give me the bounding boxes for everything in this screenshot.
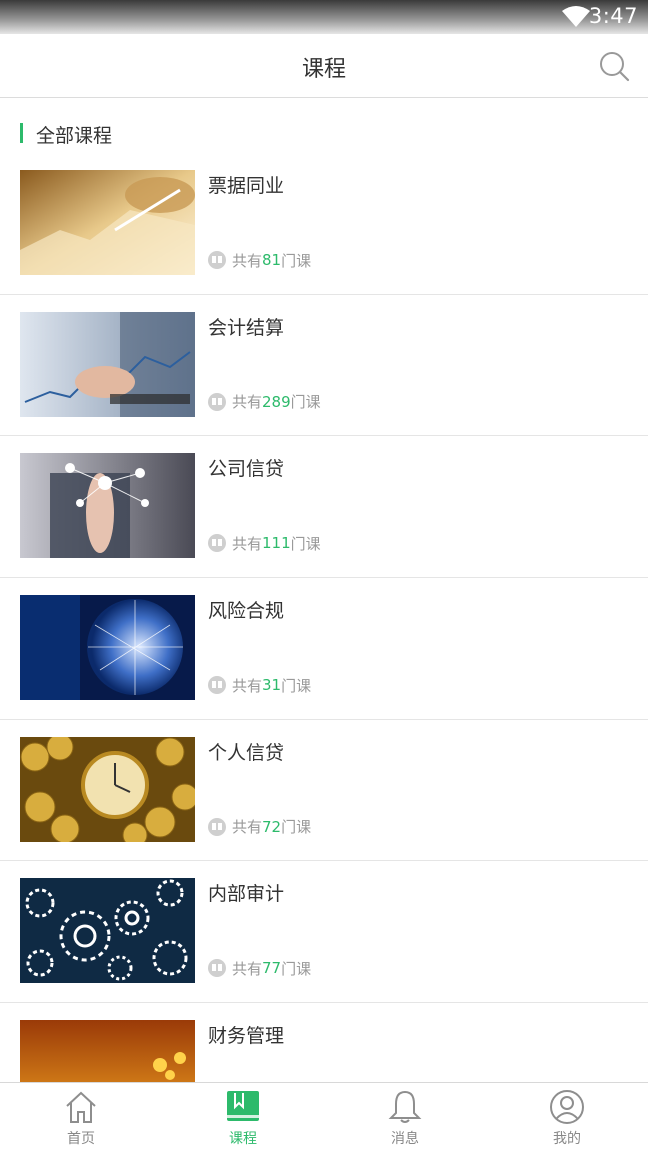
- course-name: 财务管理: [208, 1025, 285, 1048]
- course-name: 会计结算: [208, 316, 285, 339]
- count-suffix: 门课: [281, 251, 312, 270]
- count-prefix: 共有: [232, 251, 263, 270]
- book-icon: [208, 534, 226, 553]
- count-value: 111: [262, 534, 291, 553]
- gears-image: [20, 878, 195, 984]
- book-icon: [208, 676, 226, 695]
- count-suffix: 门课: [281, 959, 312, 978]
- page-title: 课程: [301, 57, 346, 82]
- course-item[interactable]: 财务管理: [0, 1003, 648, 1082]
- wifi-icon: [562, 6, 590, 27]
- golden-flowers-image: [20, 1020, 195, 1082]
- book-icon: [208, 817, 226, 836]
- count-value: 289: [262, 392, 291, 411]
- nav-messages[interactable]: 消息: [324, 1083, 486, 1152]
- course-count: 共有 72 门课: [208, 816, 311, 838]
- count-suffix: 门课: [281, 818, 312, 837]
- bookmark-book-icon: [227, 1091, 259, 1121]
- course-item[interactable]: 票据同业 共有 81 门课: [0, 153, 648, 295]
- nav-home[interactable]: 首页: [0, 1083, 162, 1152]
- course-count: 共有 81 门课: [208, 249, 311, 271]
- book-icon: [208, 959, 226, 978]
- accounting-chart-image: [20, 311, 195, 417]
- gold-coins-clock-image: [20, 736, 195, 842]
- course-item[interactable]: 风险合规 共有 31 门课: [0, 578, 648, 720]
- home-icon: [66, 1091, 96, 1123]
- course-list: 票据同业 共有 81 门课 会计结算 共有 289 门课 公司信贷 共有 111…: [0, 153, 648, 1082]
- section-accent-bar: [20, 123, 23, 143]
- bottom-nav: 首页 课程 消息 我的: [0, 1082, 648, 1152]
- section-title: 全部课程: [36, 125, 113, 147]
- course-name: 内部审计: [208, 883, 285, 906]
- count-value: 72: [262, 817, 282, 836]
- course-item[interactable]: 公司信贷 共有 111 门课: [0, 436, 648, 579]
- app-bar: 课程: [0, 34, 648, 98]
- course-name: 公司信贷: [208, 458, 285, 481]
- course-item[interactable]: 个人信贷 共有 72 门课: [0, 720, 648, 862]
- course-name: 个人信贷: [208, 741, 285, 764]
- course-name: 票据同业: [208, 175, 285, 197]
- course-count: 共有 289 门课: [208, 391, 321, 413]
- nav-home-label: 首页: [67, 1131, 95, 1147]
- section-header: 全部课程: [0, 116, 648, 150]
- count-value: 31: [262, 676, 282, 695]
- count-value: 77: [262, 959, 282, 978]
- count-prefix: 共有: [232, 393, 263, 412]
- status-bar: 3:47: [0, 0, 648, 34]
- course-item[interactable]: 会计结算 共有 289 门课: [0, 295, 648, 437]
- nav-profile[interactable]: 我的: [486, 1083, 648, 1152]
- nav-messages-label: 消息: [391, 1131, 419, 1147]
- course-count: 共有 77 门课: [208, 957, 311, 979]
- book-icon: [208, 251, 226, 269]
- nav-profile-label: 我的: [553, 1131, 581, 1147]
- course-count: 共有 31 门课: [208, 674, 311, 696]
- search-icon[interactable]: [598, 50, 630, 82]
- count-suffix: 门课: [281, 676, 312, 695]
- bell-icon: [388, 1090, 422, 1123]
- course-item[interactable]: 内部审计 共有 77 门课: [0, 861, 648, 1004]
- globe-network-image: [20, 595, 195, 701]
- network-touch-image: [20, 453, 195, 559]
- count-value: 81: [262, 251, 282, 269]
- count-prefix: 共有: [232, 959, 263, 978]
- count-suffix: 门课: [290, 393, 321, 412]
- count-prefix: 共有: [232, 534, 263, 553]
- count-prefix: 共有: [232, 676, 263, 695]
- count-prefix: 共有: [232, 818, 263, 837]
- finance-hands-image: [20, 170, 195, 275]
- nav-courses[interactable]: 课程: [162, 1083, 324, 1152]
- course-name: 风险合规: [208, 600, 285, 623]
- count-suffix: 门课: [290, 534, 321, 553]
- nav-courses-label: 课程: [229, 1131, 257, 1147]
- book-icon: [208, 392, 226, 411]
- user-icon: [550, 1090, 584, 1124]
- course-count: 共有 111 门课: [208, 532, 321, 554]
- status-time: 3:47: [588, 4, 638, 28]
